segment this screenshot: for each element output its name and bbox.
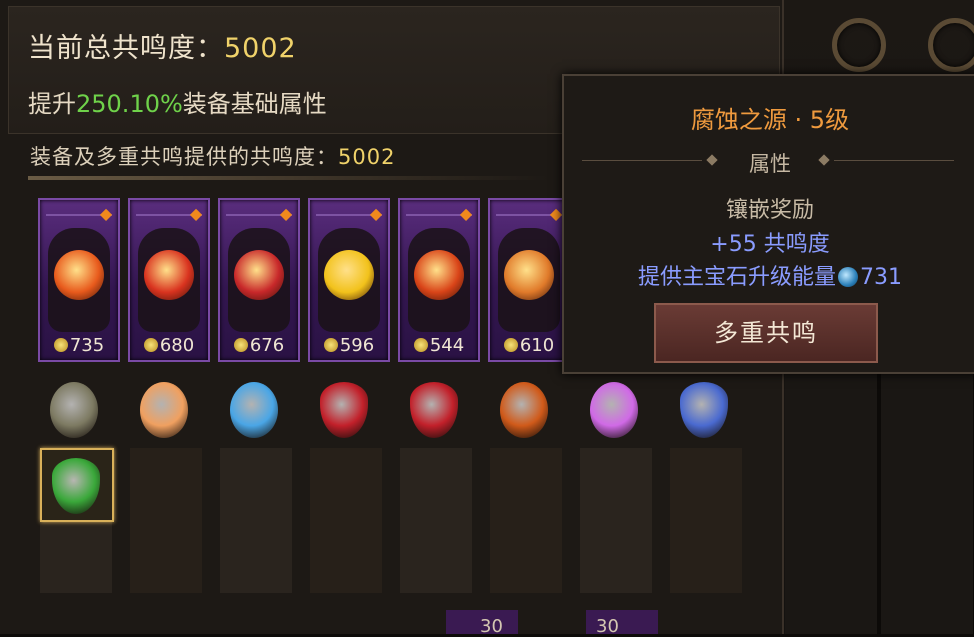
fire-orb-gem-icon[interactable] [140,382,188,438]
red-shield-gem-icon[interactable] [320,382,368,438]
eye-gem-icon[interactable] [50,382,98,438]
card-cost-value: 680 [159,335,195,356]
coin-icon [143,338,158,352]
flame-icon: ◆ [459,204,473,223]
red-shield-gem-icon[interactable] [410,382,458,438]
flame-icon: ◆ [369,204,383,223]
violet-orb-gem-icon[interactable] [590,382,638,438]
gem-tooltip: 腐蚀之源 · 5级 属性 镶嵌奖励 +55 共鸣度 提供主宝石升级能量 731 多… [562,74,974,374]
energy-line: 提供主宝石升级能量 731 [564,259,974,291]
ice-crystal-gem-icon[interactable] [230,382,278,438]
coin-icon [323,338,338,352]
gem-slot-column [130,448,202,593]
total-resonance-label: 当前总共鸣度： [28,33,224,64]
coin-icon [53,338,68,352]
card-cost: 544 [400,335,478,356]
boost-prefix: 提升 [28,90,76,118]
flame-icon: ◆ [189,204,203,223]
gem-slot-column [580,448,652,593]
card-cost-value: 596 [339,335,375,356]
gem-name: 腐蚀之源 · 5级 [690,106,850,134]
gem-slot-column [220,448,292,593]
flame-icon: ◆ [99,204,113,223]
equipment-card[interactable]: ◆ 680 [128,198,210,362]
flame-icon: ◆ [279,204,293,223]
ember-heart-gem-icon[interactable] [500,382,548,438]
equipment-card[interactable]: ◆ 544 [398,198,480,362]
multi-resonance-button[interactable]: 多重共鸣 [654,303,878,363]
card-gem-icon [504,250,554,300]
card-gem-icon [414,250,464,300]
energy-label: 提供主宝石升级能量 [637,265,836,290]
card-cost-value: 544 [429,335,465,356]
divider [28,176,548,180]
source-label: 装备及多重共鸣提供的共鸣度： [30,145,338,169]
resonance-bonus: +55 共鸣度 [710,232,830,257]
energy-value: 731 [860,265,902,290]
decorative-ring-icon [832,18,886,72]
blue-rune-gem-icon[interactable] [680,382,728,438]
equipment-card[interactable]: ◆ 610 [488,198,570,362]
card-gem-icon [324,250,374,300]
total-resonance: 当前总共鸣度：5002 [28,26,297,65]
card-cost: 610 [490,335,568,356]
card-cost: 596 [310,335,388,356]
source-resonance: 装备及多重共鸣提供的共鸣度：5002 [30,141,395,171]
coin-icon [233,338,248,352]
gem-slot-column [400,448,472,593]
coin-icon [413,338,428,352]
card-cost-value: 610 [519,335,555,356]
card-gem-icon [144,250,194,300]
card-cost-value: 735 [69,335,105,356]
card-cost-value: 676 [249,335,285,356]
boost-suffix: 装备基础属性 [182,90,327,118]
tooltip-divider-right [834,160,954,161]
coin-icon [503,338,518,352]
equipment-card[interactable]: ◆ 735 [38,198,120,362]
decorative-ring-icon [928,18,974,72]
inlay-bonus-heading: 镶嵌奖励 [725,198,814,223]
card-gem-icon [234,250,284,300]
energy-gem-icon [838,267,858,287]
equipment-card[interactable]: ◆ 676 [218,198,300,362]
card-gem-icon [54,250,104,300]
attributes-heading: 属性 [749,152,791,176]
gem-slot-column [670,448,742,593]
source-value: 5002 [338,145,396,169]
background-grid [785,360,974,634]
gem-slot-column [490,448,562,593]
card-cost: 676 [220,335,298,356]
equipment-card[interactable]: ◆ 596 [308,198,390,362]
total-resonance-value: 5002 [224,33,297,64]
attribute-boost: 提升250.10%装备基础属性 [28,84,327,119]
card-cost: 735 [40,335,118,356]
gem-slot-column [310,448,382,593]
boost-percent: 250.10% [76,90,183,118]
card-cost: 680 [130,335,208,356]
